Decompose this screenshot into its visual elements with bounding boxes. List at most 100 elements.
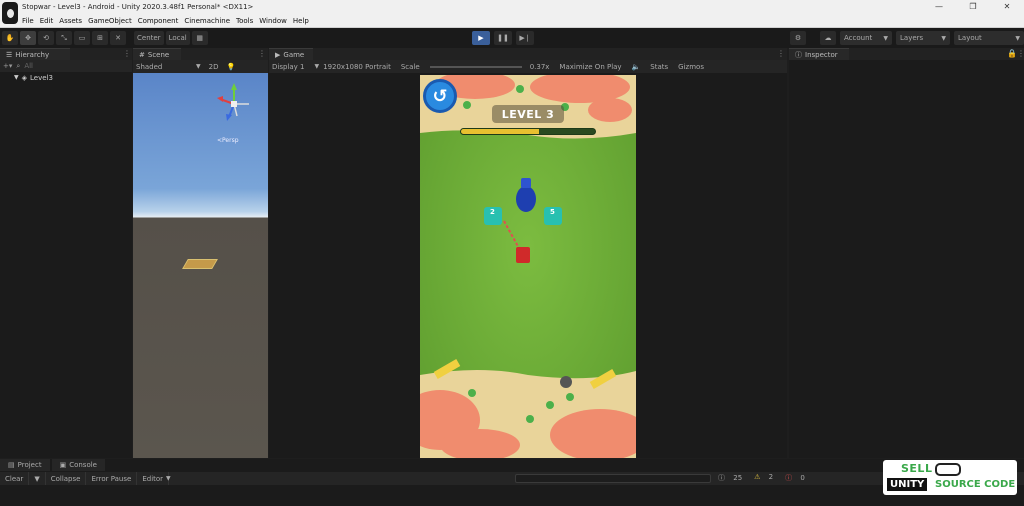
shading-mode-dropdown[interactable]: Shaded [136,63,196,71]
restart-button[interactable]: ↺ [423,79,457,113]
level-label: LEVEL 3 [501,107,555,121]
display-dropdown[interactable]: Display 1 [272,63,304,71]
hierarchy-search-input[interactable]: All [24,62,33,70]
game-toolbar: Display 1 ▼ 1920x1080 Portrait Scale 0.3… [269,60,787,73]
tab-game[interactable]: ▶ Game [269,48,313,60]
chevron-down-icon: ▼ [883,34,888,42]
error-count: 0 [800,474,805,482]
layout-dropdown[interactable]: Layout ▼ [954,31,1024,45]
chevron-down-icon: ▼ [14,74,19,81]
info-count-toggle[interactable]: ⓘ 25 [718,473,748,483]
scene-icon: ◈ [21,73,28,82]
lock-icon[interactable]: 🔒 [1007,49,1017,58]
cloud-icon[interactable]: ☁ [820,31,836,45]
console-toolbar: Clear ▼ Collapse Error Pause Editor ▼ ⓘ … [0,472,1024,485]
2d-toggle[interactable]: 2D [209,63,219,71]
warning-count: 2 [768,473,774,481]
menu-file[interactable]: File [22,17,34,25]
kebab-menu-icon[interactable]: ⋮ [123,49,131,58]
unit-label-left: 2 [490,208,495,216]
game-tab-label: Game [283,50,305,59]
hierarchy-root-item[interactable]: ▼ ◈ Level3 [0,72,132,83]
collab-icon[interactable]: ⚙ [790,31,806,45]
minimize-button[interactable]: — [922,0,956,14]
hand-tool-icon[interactable]: ✋ [2,31,18,45]
menu-component[interactable]: Component [138,17,179,25]
chevron-down-icon: ▼ [166,475,171,482]
info-icon: ⓘ [795,50,802,59]
maximize-button[interactable]: ❐ [956,0,990,14]
error-count-toggle[interactable]: ⓘ 0 [785,473,811,483]
menu-help[interactable]: Help [293,17,309,25]
collapse-button[interactable]: Collapse [46,472,87,485]
add-icon[interactable]: +▾ [3,62,12,70]
pivot-center-toggle[interactable]: Center [134,31,164,45]
scale-slider[interactable] [429,65,522,68]
transform-tool-icon[interactable]: ⊞ [92,31,108,45]
scene-viewport[interactable]: <Persp [133,73,268,458]
editor-dropdown[interactable]: Editor [137,472,170,485]
menu-cinemachine[interactable]: Cinemachine [184,17,230,25]
scene-toolbar: Shaded ▼ 2D 💡 [133,60,268,73]
tab-hierarchy[interactable]: ☰ Hierarchy [0,48,70,60]
unity-editor: Stopwar - Level3 - Android - Unity 2020.… [0,0,1024,506]
menu-window[interactable]: Window [259,17,287,25]
tab-scene[interactable]: # Scene [133,48,181,60]
console-icon: ▣ [59,461,67,469]
tab-console[interactable]: ▣ Console [51,459,105,471]
hierarchy-panel: ☰ Hierarchy ⋮ +▾ ⌕ All ▼ ◈ Level3 [0,48,132,458]
unit-label-right: 5 [550,208,555,216]
clear-options-icon[interactable]: ▼ [29,472,46,485]
play-controls: ▶ ❚❚ ▶❘ [468,31,534,45]
move-tool-icon[interactable]: ✥ [20,31,36,45]
gizmos-dropdown[interactable]: Gizmos [678,63,704,71]
console-tab-label: Console [69,461,97,469]
inspector-panel: ⓘ Inspector 🔒 ⋮ [789,48,1024,458]
scene-panel: # Scene ⋮ Shaded ▼ 2D 💡 <Persp [133,48,268,458]
tab-inspector[interactable]: ⓘ Inspector [789,48,849,60]
bottom-panel: ▤ Project ▣ Console Clear ▼ Collapse Error… [0,459,1024,506]
kebab-menu-icon[interactable]: ⋮ [258,49,266,58]
close-button[interactable]: ✕ [990,0,1024,14]
error-pause-button[interactable]: Error Pause [86,472,138,485]
clear-button[interactable]: Clear [0,472,30,485]
console-counters: ⓘ 25 ⚠ 2 ⓘ 0 [718,473,817,483]
kebab-menu-icon[interactable]: ⋮ [1017,49,1024,58]
title-bar: Stopwar - Level3 - Android - Unity 2020.… [0,0,1024,14]
menu-assets[interactable]: Assets [59,17,82,25]
kebab-menu-icon[interactable]: ⋮ [777,49,785,58]
menu-gameobject[interactable]: GameObject [88,17,132,25]
rotate-tool-icon[interactable]: ⟲ [38,31,54,45]
tab-project[interactable]: ▤ Project [0,459,50,471]
grid-snap-icon[interactable]: ▦ [191,31,208,45]
gamepad-icon [935,463,961,476]
layers-dropdown[interactable]: Layers ▼ [896,31,950,45]
menu-bar: File Edit Assets GameObject Component Ci… [0,14,1024,28]
menu-edit[interactable]: Edit [40,17,54,25]
search-icon[interactable]: ⌕ [16,62,20,71]
console-search-input[interactable] [515,474,711,483]
play-button[interactable]: ▶ [472,31,490,45]
step-button[interactable]: ▶❘ [516,31,534,45]
mute-audio-icon[interactable]: 🔈 [632,63,641,71]
game-viewport[interactable]: ↺ LEVEL 3 2 5 [420,75,636,458]
warning-icon: ⚠ [754,473,761,481]
game-tab-icon: ▶ [275,50,281,59]
chevron-down-icon: ▼ [196,63,201,70]
orientation-gizmo-icon[interactable] [211,81,257,127]
resolution-dropdown[interactable]: 1920x1080 Portrait [323,63,391,71]
rect-tool-icon[interactable]: ▭ [74,31,90,45]
scale-tool-icon[interactable]: ⤡ [56,31,72,45]
bottom-tabs: ▤ Project ▣ Console [0,459,107,471]
warning-count-toggle[interactable]: ⚠ 2 [754,473,779,483]
account-dropdown[interactable]: Account ▼ [840,31,892,45]
scene-level-object[interactable] [182,259,218,269]
pivot-space-toggle[interactable]: Local [165,31,190,45]
lighting-icon[interactable]: 💡 [226,63,235,71]
perspective-label[interactable]: <Persp [217,137,239,144]
maximize-on-play-toggle[interactable]: Maximize On Play [559,63,621,71]
pause-button[interactable]: ❚❚ [494,31,512,45]
custom-tool-icon[interactable]: ✕ [110,31,126,45]
menu-tools[interactable]: Tools [236,17,253,25]
stats-toggle[interactable]: Stats [650,63,668,71]
